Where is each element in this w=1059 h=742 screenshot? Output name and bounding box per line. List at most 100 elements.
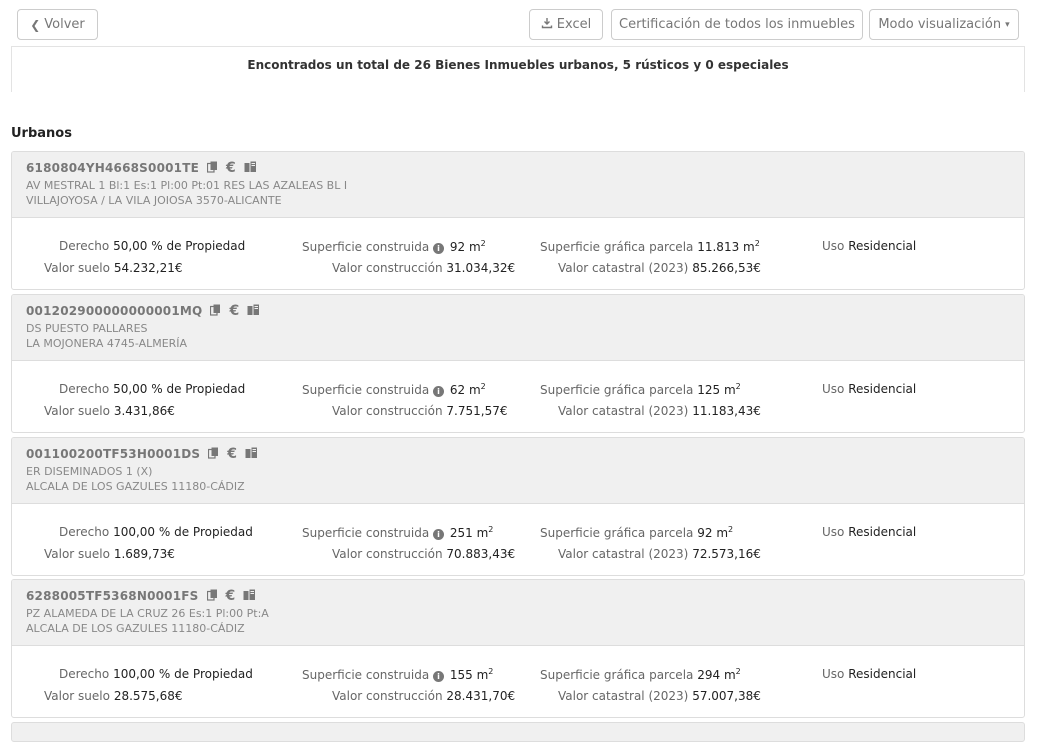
derecho-label: Derecho xyxy=(59,382,110,396)
valor-catastral-value: 72.573,16€ xyxy=(692,547,761,561)
uso-value: Residencial xyxy=(848,667,917,681)
derecho-field: Derecho 100,00 % de Propiedad xyxy=(59,525,253,539)
property-card: 001100200TF53H0001DS € ER DISEMINADOS 1 … xyxy=(11,437,1025,576)
copy-icon[interactable] xyxy=(210,304,221,318)
cadastral-reference[interactable]: 6180804YH4668S0001TE xyxy=(26,161,199,175)
info-icon[interactable]: i xyxy=(433,671,445,682)
back-button[interactable]: ❮ Volver xyxy=(17,9,98,40)
euro-icon[interactable]: € xyxy=(226,589,236,603)
derecho-field: Derecho 50,00 % de Propiedad xyxy=(59,239,245,253)
property-address-line-1: AV MESTRAL 1 Bl:1 Es:1 Pl:00 Pt:01 RES L… xyxy=(26,179,348,192)
property-card-header: 6180804YH4668S0001TE € AV MESTRAL 1 Bl:1… xyxy=(12,152,1024,218)
area-unit: m xyxy=(468,383,481,397)
area-unit-exponent: 2 xyxy=(488,667,494,676)
valor-construccion-value: 7.751,57€ xyxy=(446,404,508,418)
superficie-construida-field: Superficie construida i 92 m2 xyxy=(302,239,486,254)
derecho-value: 50,00 % xyxy=(113,239,163,253)
area-unit: m xyxy=(476,668,489,682)
documents-icon[interactable] xyxy=(244,161,257,175)
euro-icon[interactable]: € xyxy=(226,161,236,175)
uso-value: Residencial xyxy=(848,382,917,396)
cadastral-reference[interactable]: 6288005TF5368N0001FS xyxy=(26,589,199,603)
chevron-left-icon: ❮ xyxy=(30,17,41,32)
valor-construccion-label: Valor construcción xyxy=(332,547,443,561)
valor-construccion-label: Valor construcción xyxy=(332,404,443,418)
uso-field: Uso Residencial xyxy=(822,667,916,681)
valor-suelo-value: 28.575,68€ xyxy=(113,689,183,703)
results-summary-panel: Encontrados un total de 26 Bienes Inmueb… xyxy=(11,46,1025,92)
superficie-grafica-value: 11.813 xyxy=(697,240,740,254)
property-card-header: 001100200TF53H0001DS € ER DISEMINADOS 1 … xyxy=(12,438,1024,504)
superficie-grafica-field: Superficie gráfica parcela 125 m2 xyxy=(540,382,741,397)
superficie-construida-field: Superficie construida i 251 m2 xyxy=(302,525,493,540)
superficie-construida-field: Superficie construida i 155 m2 xyxy=(302,667,493,682)
uso-value: Residencial xyxy=(848,525,917,539)
property-card: 001202900000000001MQ € DS PUESTO PALLARE… xyxy=(11,294,1025,433)
valor-catastral-field: Valor catastral (2023) 85.266,53€ xyxy=(558,261,761,275)
euro-icon[interactable]: € xyxy=(227,447,237,461)
info-icon[interactable]: i xyxy=(433,386,445,397)
superficie-construida-label: Superficie construida xyxy=(302,526,430,540)
valor-catastral-value: 11.183,43€ xyxy=(692,404,761,418)
property-card: 6288005TF5368N0001FS € PZ ALAMEDA DE LA … xyxy=(11,579,1025,718)
property-card-header: 6288005TF5368N0001FS € PZ ALAMEDA DE LA … xyxy=(12,580,1024,646)
info-icon[interactable]: i xyxy=(433,529,445,540)
area-unit-exponent: 2 xyxy=(488,525,494,534)
property-address-line-2: ALCALA DE LOS GAZULES 11180-CÁDIZ xyxy=(26,480,245,493)
derecho-type: de Propiedad xyxy=(166,382,246,396)
info-icon[interactable]: i xyxy=(433,243,445,254)
area-unit: m xyxy=(468,240,481,254)
derecho-value: 50,00 % xyxy=(113,382,163,396)
valor-suelo-label: Valor suelo xyxy=(44,689,110,703)
copy-icon[interactable] xyxy=(208,447,219,461)
valor-catastral-field: Valor catastral (2023) 11.183,43€ xyxy=(558,404,761,418)
superficie-grafica-value: 294 xyxy=(697,668,721,682)
valor-suelo-value: 3.431,86€ xyxy=(113,404,175,418)
area-unit: m xyxy=(723,668,736,682)
valor-suelo-value: 1.689,73€ xyxy=(113,547,175,561)
property-address-line-1: ER DISEMINADOS 1 (X) xyxy=(26,465,153,478)
caret-down-icon: ▾ xyxy=(1005,19,1010,30)
documents-icon[interactable] xyxy=(245,447,258,461)
documents-icon[interactable] xyxy=(247,304,260,318)
area-unit-exponent: 2 xyxy=(735,667,741,676)
area-unit: m xyxy=(476,526,489,540)
valor-suelo-value: 54.232,21€ xyxy=(113,261,183,275)
copy-icon[interactable] xyxy=(206,589,218,603)
valor-catastral-field: Valor catastral (2023) 72.573,16€ xyxy=(558,547,761,561)
cadastral-reference[interactable]: 001100200TF53H0001DS xyxy=(26,447,200,461)
property-card-header: 001202900000000001MQ € DS PUESTO PALLARE… xyxy=(12,295,1024,361)
property-card-details: Derecho 100,00 % de Propiedad Superficie… xyxy=(12,504,1024,575)
excel-button-label: Excel xyxy=(556,17,592,32)
uso-value: Residencial xyxy=(848,239,917,253)
superficie-grafica-label: Superficie gráfica parcela xyxy=(540,383,694,397)
documents-icon[interactable] xyxy=(243,589,256,603)
superficie-construida-field: Superficie construida i 62 m2 xyxy=(302,382,486,397)
valor-construccion-field: Valor construcción 70.883,43€ xyxy=(332,547,515,561)
section-title-urbanos: Urbanos xyxy=(11,126,72,141)
derecho-label: Derecho xyxy=(59,667,110,681)
superficie-construida-value: 251 xyxy=(449,526,473,540)
excel-export-button[interactable]: Excel xyxy=(529,9,603,40)
valor-construccion-field: Valor construcción 7.751,57€ xyxy=(332,404,507,418)
back-button-label: Volver xyxy=(44,17,85,32)
area-unit-exponent: 2 xyxy=(480,239,486,248)
cadastral-reference[interactable]: 001202900000000001MQ xyxy=(26,304,202,318)
uso-label: Uso xyxy=(822,525,845,539)
valor-catastral-label: Valor catastral (2023) xyxy=(558,261,689,275)
valor-catastral-value: 85.266,53€ xyxy=(692,261,761,275)
area-unit-exponent: 2 xyxy=(754,239,760,248)
uso-field: Uso Residencial xyxy=(822,525,916,539)
valor-catastral-value: 57.007,38€ xyxy=(692,689,761,703)
valor-catastral-label: Valor catastral (2023) xyxy=(558,689,689,703)
valor-catastral-label: Valor catastral (2023) xyxy=(558,547,689,561)
copy-icon[interactable] xyxy=(206,161,218,175)
results-summary-text: Encontrados un total de 26 Bienes Inmueb… xyxy=(247,57,789,72)
area-unit: m xyxy=(716,526,729,540)
certification-all-button[interactable]: Certificación de todos los inmuebles xyxy=(611,9,863,40)
valor-construccion-value: 28.431,70€ xyxy=(446,689,516,703)
view-mode-dropdown[interactable]: Modo visualización ▾ xyxy=(869,9,1019,40)
area-unit-exponent: 2 xyxy=(735,382,741,391)
uso-field: Uso Residencial xyxy=(822,239,916,253)
euro-icon[interactable]: € xyxy=(229,304,239,318)
